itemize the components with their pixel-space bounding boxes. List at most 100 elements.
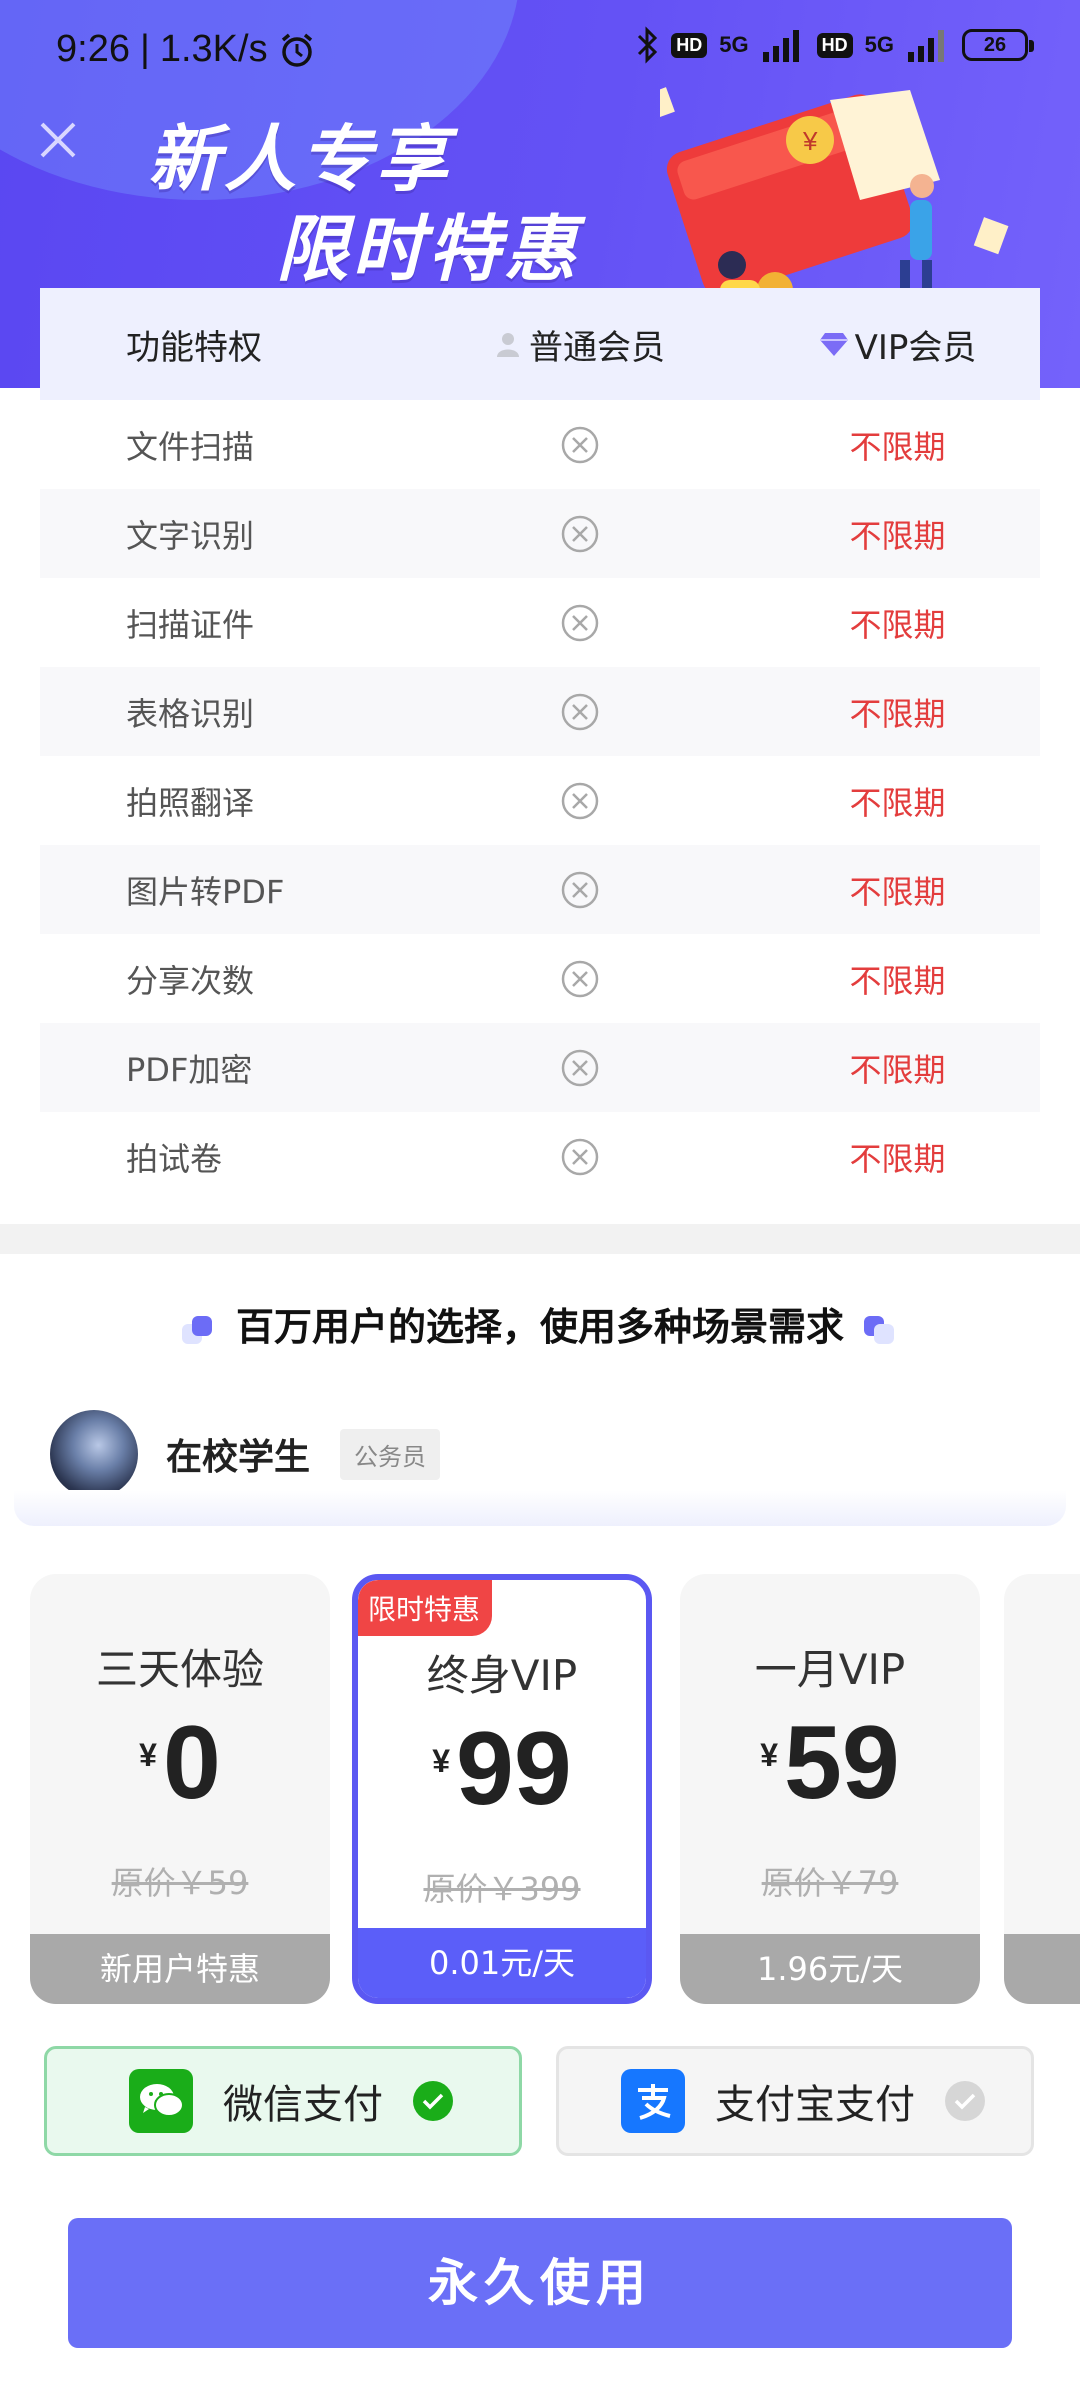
plan-footer-partial xyxy=(1004,1934,1080,2004)
decor-dots-right xyxy=(864,1315,898,1344)
plan-footer: 0.01元/天 xyxy=(358,1928,646,1998)
header-feature: 功能特权 xyxy=(126,327,262,368)
plan-card-monthly[interactable]: 一月VIP ¥59 原价￥79 1.96元/天 xyxy=(680,1574,980,2004)
alipay-option[interactable]: 支付宝支付 xyxy=(556,2046,1034,2156)
privilege-table: 功能特权 普通会员 VIP会员 文件扫描 不限期 文字识别 不限期 扫描证件 不… xyxy=(40,288,1040,1201)
bluetooth-icon xyxy=(638,26,658,64)
status-separator: | xyxy=(139,28,150,70)
normal-cell xyxy=(405,870,755,910)
user-testimonial: 在校学生 公务员 xyxy=(50,1410,1050,1498)
feature-name: 扫描证件 xyxy=(126,605,255,644)
svg-text:¥: ¥ xyxy=(802,126,818,156)
vip-value: 不限期 xyxy=(849,1050,946,1089)
currency-symbol: ¥ xyxy=(139,1737,157,1773)
wechat-icon xyxy=(129,2069,193,2133)
original-price: 原价￥399 xyxy=(423,1870,581,1908)
users-section-title: 百万用户的选择，使用多种场景需求 xyxy=(0,1296,1080,1351)
feature-name: 表格识别 xyxy=(126,694,255,733)
unavailable-icon xyxy=(561,960,599,997)
unavailable-icon xyxy=(561,426,599,463)
header-vip: VIP会员 xyxy=(755,320,1040,369)
wechat-pay-option[interactable]: 微信支付 xyxy=(44,2046,522,2156)
alarm-icon xyxy=(281,33,312,67)
normal-cell xyxy=(405,1048,755,1088)
table-row: 文字识别 不限期 xyxy=(40,489,1040,578)
table-row: 表格识别 不限期 xyxy=(40,667,1040,756)
vip-value: 不限期 xyxy=(849,605,946,644)
normal-cell xyxy=(405,603,755,643)
network-label-1: 5G xyxy=(719,32,749,57)
plan-card-trial[interactable]: 三天体验 ¥0 原价￥59 新用户特惠 xyxy=(30,1574,330,2004)
alipay-label: 支付宝支付 xyxy=(715,2082,915,2128)
normal-cell xyxy=(405,781,755,821)
status-bar: 9:26 | 1.3K/s HD 5G HD 5G 26 xyxy=(0,0,1080,100)
normal-cell xyxy=(405,959,755,999)
feature-name: 分享次数 xyxy=(126,961,255,1000)
close-icon xyxy=(40,122,76,158)
hd-badge-2: HD xyxy=(816,32,853,58)
table-row: 拍照翻译 不限期 xyxy=(40,756,1040,845)
table-row: PDF加密 不限期 xyxy=(40,1023,1040,1112)
check-unselected-icon xyxy=(945,2081,985,2121)
plan-price: ¥99 xyxy=(358,1710,646,1829)
users-title-text: 百万用户的选择，使用多种场景需求 xyxy=(235,1305,844,1349)
status-time: 9:26 xyxy=(56,28,130,70)
currency-symbol: ¥ xyxy=(432,1743,451,1779)
plan-list: 三天体验 ¥0 原价￥59 新用户特惠 限时特惠 终身VIP ¥99 原价￥39… xyxy=(30,1574,1080,2004)
feature-name: 拍试卷 xyxy=(126,1139,223,1178)
price-amount: 0 xyxy=(162,1705,221,1821)
plan-price: ¥59 xyxy=(680,1704,980,1823)
plan-footer: 新用户特惠 xyxy=(30,1934,330,2004)
normal-cell xyxy=(405,514,755,554)
section-divider xyxy=(0,1224,1080,1254)
header-vip-label: VIP会员 xyxy=(854,327,977,368)
feature-name: 图片转PDF xyxy=(126,872,285,911)
table-row: 扫描证件 不限期 xyxy=(40,578,1040,667)
vip-value: 不限期 xyxy=(849,961,946,1000)
user-tag: 公务员 xyxy=(340,1428,441,1480)
price-amount: 59 xyxy=(784,1705,900,1821)
vip-value: 不限期 xyxy=(849,783,946,822)
table-header: 功能特权 普通会员 VIP会员 xyxy=(40,288,1040,400)
vip-value: 不限期 xyxy=(849,694,946,733)
vip-value: 不限期 xyxy=(849,516,946,555)
unavailable-icon xyxy=(561,604,599,641)
decor-dots-left xyxy=(181,1315,216,1344)
feature-name: 文字识别 xyxy=(126,516,255,555)
normal-cell xyxy=(405,425,755,465)
normal-cell xyxy=(405,1137,755,1177)
table-row: 分享次数 不限期 xyxy=(40,934,1040,1023)
hd-badge: HD xyxy=(671,32,708,58)
price-amount: 99 xyxy=(456,1711,572,1827)
feature-name: PDF加密 xyxy=(126,1050,253,1089)
plan-card-lifetime[interactable]: 限时特惠 终身VIP ¥99 原价￥399 0.01元/天 xyxy=(352,1574,652,2004)
section-fade xyxy=(14,1490,1066,1526)
vip-value: 不限期 xyxy=(849,1139,946,1178)
header-normal-label: 普通会员 xyxy=(529,327,665,368)
table-row: 文件扫描 不限期 xyxy=(40,400,1040,489)
limited-offer-badge: 限时特惠 xyxy=(358,1580,493,1636)
purchase-button[interactable]: 永久使用 xyxy=(68,2218,1012,2348)
original-price: 原价￥59 xyxy=(111,1864,249,1902)
unavailable-icon xyxy=(561,1049,599,1086)
diamond-icon xyxy=(819,333,848,356)
unavailable-icon xyxy=(561,1138,599,1175)
network-label-2: 5G xyxy=(864,32,894,57)
check-selected-icon xyxy=(413,2081,453,2121)
original-price: 原价￥79 xyxy=(761,1864,899,1902)
avatar xyxy=(50,1410,138,1498)
unavailable-icon xyxy=(561,782,599,819)
alipay-icon xyxy=(621,2069,685,2133)
plan-price: ¥0 xyxy=(30,1704,330,1823)
person-icon xyxy=(497,333,519,357)
signal-icon-2 xyxy=(908,30,944,62)
plan-card-partial[interactable] xyxy=(1004,1574,1080,2004)
unavailable-icon xyxy=(561,515,599,552)
table-row: 图片转PDF 不限期 xyxy=(40,845,1040,934)
signal-icon xyxy=(762,30,799,62)
close-button[interactable] xyxy=(34,118,82,166)
currency-symbol: ¥ xyxy=(760,1737,779,1773)
table-row: 拍试卷 不限期 xyxy=(40,1112,1040,1201)
header-normal: 普通会员 xyxy=(405,320,755,369)
wechat-pay-label: 微信支付 xyxy=(223,2082,383,2128)
